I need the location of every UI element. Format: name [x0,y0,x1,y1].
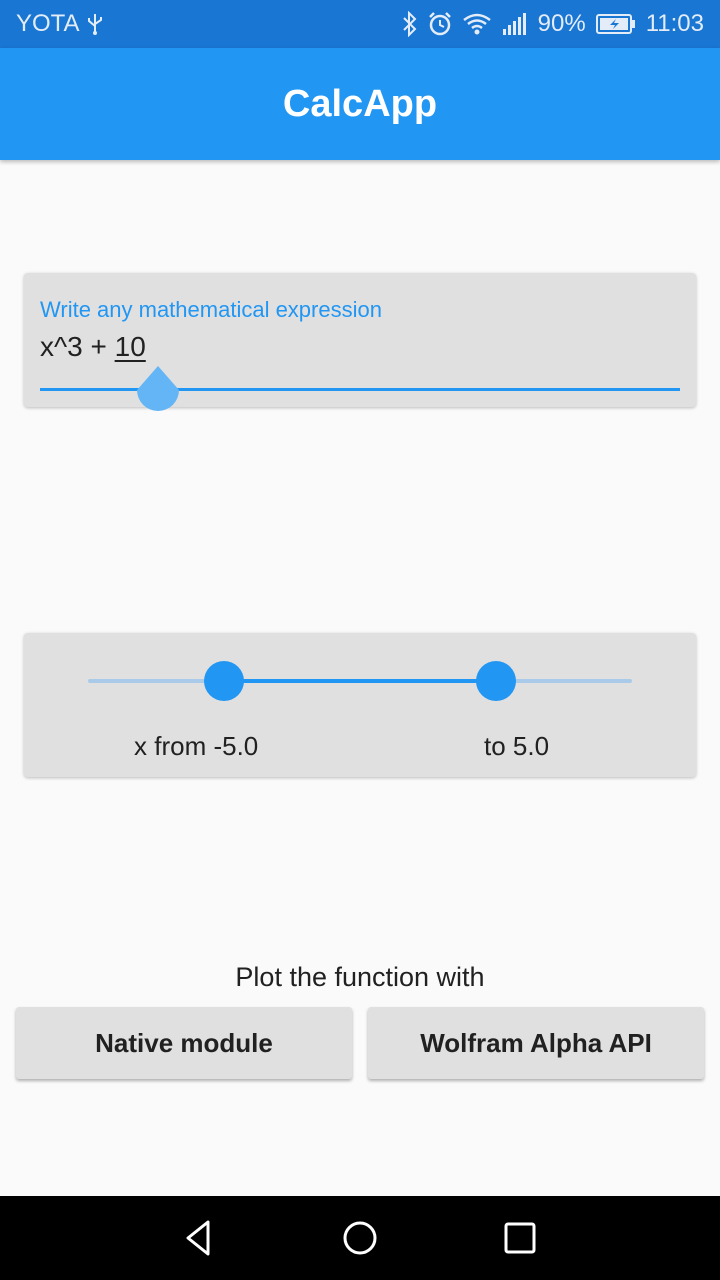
home-icon[interactable] [338,1216,382,1260]
navigation-bar [0,1196,720,1280]
clock: 11:03 [645,10,704,37]
wifi-icon [462,12,492,36]
range-start-thumb[interactable] [204,661,244,701]
status-bar: YOTA 90% 11:03 [0,0,720,48]
wolfram-alpha-button[interactable]: Wolfram Alpha API [368,1007,704,1079]
text-cursor-handle[interactable] [135,366,181,420]
app-bar: CalcApp [0,48,720,160]
battery-charging-icon [595,13,636,35]
carrier-label: YOTA [16,10,80,37]
range-end-thumb[interactable] [476,661,516,701]
plot-caption: Plot the function with [235,962,485,992]
slider-track-right [496,679,632,683]
bluetooth-icon [402,11,418,37]
signal-icon [502,13,528,35]
expression-text: x^3 + [40,331,115,362]
app-title: CalcApp [282,82,438,125]
recents-icon[interactable] [498,1216,542,1260]
range-from-label: x from -5.0 [134,731,259,761]
range-to-label: to 5.0 [484,731,550,761]
range-card: x from -5.0 to 5.0 [24,633,696,777]
alarm-icon [428,12,452,36]
expression-card: Write any mathematical expression x^3 + … [24,273,696,411]
expression-input[interactable]: x^3 + 10 [40,331,146,363]
battery-percent: 90% [537,10,586,37]
native-module-button[interactable]: Native module [16,1007,352,1079]
usb-icon [86,12,104,36]
expression-label: Write any mathematical expression [40,297,382,322]
expression-composing-text: 10 [114,331,146,362]
slider-track-active [224,679,496,683]
back-icon[interactable] [178,1216,222,1260]
